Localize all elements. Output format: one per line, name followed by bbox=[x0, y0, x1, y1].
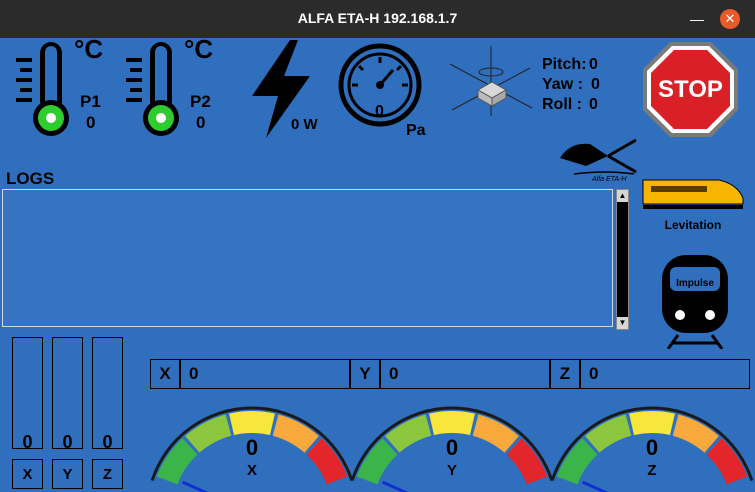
gauges-layer bbox=[150, 406, 754, 492]
gauge-segment bbox=[706, 438, 748, 485]
minimize-icon: — bbox=[690, 11, 704, 27]
title-bar: ALFA ETA-H 192.168.1.7 — ✕ bbox=[0, 0, 755, 38]
gauge-z-axis: Z bbox=[647, 462, 657, 479]
minimize-button[interactable]: — bbox=[687, 9, 707, 29]
gauge-needle bbox=[581, 480, 609, 492]
gauge-x-axis: X bbox=[246, 462, 257, 479]
gauge-z-value: 0 bbox=[645, 435, 659, 460]
gauge-segment bbox=[356, 438, 398, 485]
gauge-segment bbox=[429, 411, 475, 436]
gauge-segment bbox=[629, 411, 675, 436]
app-window: °C P1 0 °C P2 0 0 W 0 Pa Pitch: 0 Yaw: … bbox=[0, 38, 755, 492]
gauge-segment bbox=[506, 438, 548, 485]
gauge-y-value: 0 bbox=[445, 435, 459, 460]
gauge-segment bbox=[306, 438, 348, 485]
gauge-needle bbox=[381, 480, 409, 492]
window-title: ALFA ETA-H 192.168.1.7 bbox=[297, 10, 458, 26]
gauge-segment bbox=[556, 438, 598, 485]
gauge-needle bbox=[181, 480, 209, 492]
gauge-segment bbox=[229, 411, 275, 436]
gauge-x-value: 0 bbox=[245, 435, 259, 460]
gauge-segment bbox=[156, 438, 198, 485]
gauge-y-axis: Y bbox=[446, 462, 457, 479]
close-button[interactable]: ✕ bbox=[720, 9, 740, 29]
close-icon: ✕ bbox=[724, 11, 736, 26]
